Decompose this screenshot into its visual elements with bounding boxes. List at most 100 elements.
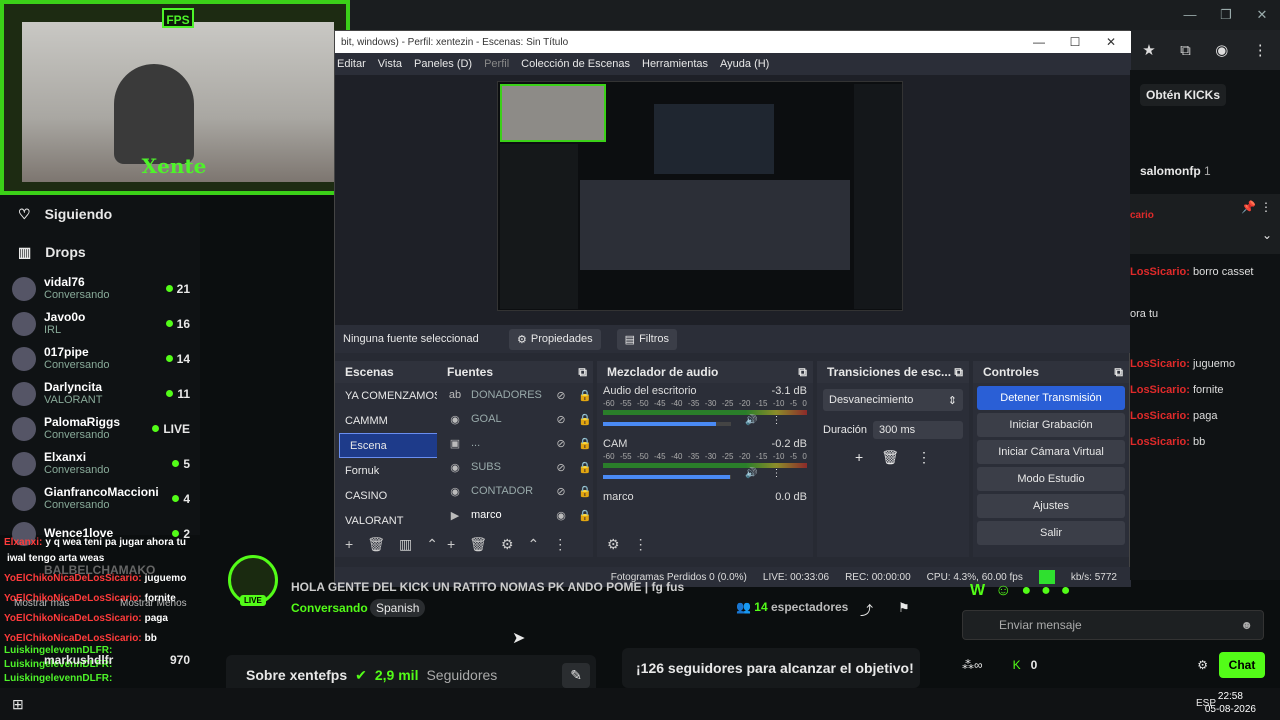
follow-row[interactable]: 017pipe Conversando 14 bbox=[0, 341, 200, 376]
source-item[interactable]: ▣... ⊘ 🔒 bbox=[437, 431, 593, 455]
obs-preview-canvas[interactable] bbox=[497, 81, 903, 311]
dock-popout-icon[interactable]: ⧉ bbox=[954, 365, 963, 380]
profile-icon[interactable]: ◉ bbox=[1215, 41, 1228, 59]
get-kicks-button[interactable]: Obtén KICKs bbox=[1140, 84, 1227, 106]
eye-icon[interactable]: ◉ bbox=[553, 509, 569, 522]
studio-mode-button[interactable]: Modo Estudio bbox=[977, 467, 1125, 491]
lock-icon[interactable]: 🔒 bbox=[577, 437, 593, 450]
eye-hidden-icon[interactable]: ⊘ bbox=[553, 389, 569, 402]
eye-hidden-icon[interactable]: ⊘ bbox=[553, 485, 569, 498]
source-item[interactable]: ◉ GOAL ⊘ 🔒 bbox=[437, 407, 593, 431]
gear-icon[interactable]: ⚙ bbox=[607, 536, 620, 553]
menu-item[interactable]: Ayuda (H) bbox=[720, 58, 769, 70]
source-item[interactable]: ◉ SUBS ⊘ 🔒 bbox=[437, 455, 593, 479]
menu-icon[interactable]: ⋮ bbox=[1253, 41, 1268, 59]
trash-icon[interactable]: 🗑 bbox=[367, 536, 385, 553]
lock-icon[interactable]: 🔒 bbox=[577, 389, 593, 402]
dock-popout-icon[interactable]: ⧉ bbox=[578, 365, 587, 380]
source-item[interactable]: ◉ CONTADOR ⊘ 🔒 bbox=[437, 479, 593, 503]
follow-row[interactable]: PalomaRiggs Conversando LIVE bbox=[0, 411, 200, 446]
more-icon[interactable]: ⋮ bbox=[771, 468, 781, 479]
lock-icon[interactable]: 🔒 bbox=[577, 509, 593, 522]
lock-icon[interactable]: 🔒 bbox=[577, 485, 593, 498]
exit-button[interactable]: Salir bbox=[977, 521, 1125, 545]
more-icon[interactable]: ⋮ bbox=[553, 536, 567, 553]
menu-item[interactable]: Colección de Escenas bbox=[521, 58, 630, 70]
menu-item[interactable]: Editar bbox=[337, 58, 366, 70]
show-more-link[interactable]: Mostrar más bbox=[14, 598, 70, 609]
menu-item[interactable]: Vista bbox=[378, 58, 402, 70]
windows-start-icon[interactable]: ⊞ bbox=[12, 696, 24, 713]
source-item[interactable]: ab DONADORES ⊘ 🔒 bbox=[437, 383, 593, 407]
eye-hidden-icon[interactable]: ⊘ bbox=[553, 413, 569, 426]
dock-popout-icon[interactable]: ⧉ bbox=[798, 365, 807, 380]
chat-input[interactable]: Enviar mensaje ☻ bbox=[962, 610, 1264, 640]
dock-popout-icon[interactable]: ⧉ bbox=[1114, 365, 1123, 380]
chevron-down-icon[interactable]: ⌄ bbox=[1262, 228, 1272, 242]
stop-stream-button[interactable]: Detener Transmisión bbox=[977, 386, 1125, 410]
speaker-icon[interactable]: 🔊 bbox=[745, 415, 757, 426]
close-icon[interactable]: ✕ bbox=[1093, 31, 1129, 53]
speaker-icon[interactable]: 🔊 bbox=[745, 468, 757, 479]
eye-hidden-icon[interactable]: ⊘ bbox=[553, 461, 569, 474]
trash-icon[interactable]: 🗑 bbox=[469, 536, 487, 553]
trash-icon[interactable]: 🗑 bbox=[881, 449, 899, 466]
menu-item[interactable]: Paneles (D) bbox=[414, 58, 472, 70]
emote-w-icon[interactable]: W bbox=[970, 582, 985, 600]
lock-icon[interactable]: 🔒 bbox=[577, 461, 593, 474]
chat-username[interactable]: LosSicario: bbox=[1130, 358, 1190, 370]
follow-row[interactable]: GianfrancoMaccioni Conversando 4 bbox=[0, 481, 200, 516]
source-item[interactable]: ▶ marco ◉ 🔒 bbox=[437, 503, 593, 527]
show-less-link[interactable]: Mostrar Menos bbox=[120, 598, 187, 609]
volume-slider[interactable] bbox=[603, 421, 731, 426]
report-icon[interactable]: ⚑ bbox=[898, 600, 910, 616]
virtual-camera-button[interactable]: Iniciar Cámara Virtual bbox=[977, 440, 1125, 464]
edit-icon[interactable]: ✎ bbox=[562, 662, 590, 688]
nav-siguiendo[interactable]: ♡ Siguiendo bbox=[0, 195, 200, 233]
emote-frog-icon[interactable]: ● bbox=[1021, 582, 1031, 600]
bookmark-star-icon[interactable]: ★ bbox=[1142, 41, 1155, 59]
volume-slider[interactable] bbox=[603, 474, 731, 479]
clock[interactable]: 22:58 05-08-2026 bbox=[1205, 690, 1256, 716]
extensions-icon[interactable]: ⧉ bbox=[1180, 42, 1191, 59]
menu-item[interactable]: Herramientas bbox=[642, 58, 708, 70]
chat-username[interactable]: LosSicario: bbox=[1130, 384, 1190, 396]
nav-drops[interactable]: ▥ Drops bbox=[0, 233, 200, 271]
gear-icon[interactable]: ⚙ bbox=[501, 536, 514, 553]
minimize-icon[interactable]: — bbox=[1172, 0, 1208, 30]
up-icon[interactable]: ⌃ bbox=[528, 536, 540, 553]
settings-button[interactable]: Ajustes bbox=[977, 494, 1125, 518]
more-icon[interactable]: ⋮ bbox=[634, 536, 648, 553]
maximize-icon[interactable]: ☐ bbox=[1057, 31, 1093, 53]
infinity-icon[interactable]: ⁂∞ bbox=[962, 658, 983, 672]
stream-category[interactable]: Conversando bbox=[291, 601, 368, 615]
emoji-icon[interactable]: ☻ bbox=[1240, 618, 1253, 632]
duration-input[interactable]: 300 ms bbox=[873, 421, 963, 439]
more-icon[interactable]: ⋮ bbox=[1260, 200, 1272, 214]
chat-send-button[interactable]: Chat bbox=[1219, 652, 1265, 678]
eye-hidden-icon[interactable]: ⊘ bbox=[553, 437, 569, 450]
emote-ghost-icon[interactable]: ● bbox=[1061, 582, 1071, 600]
follow-row[interactable]: Elxanxi Conversando 5 bbox=[0, 446, 200, 481]
chat-username[interactable]: LosSicario: bbox=[1130, 266, 1190, 278]
emote-alien-icon[interactable]: ● bbox=[1041, 582, 1051, 600]
follow-row[interactable]: vidal76 Conversando 21 bbox=[0, 271, 200, 306]
emote-face-icon[interactable]: ☺ bbox=[995, 582, 1011, 600]
more-icon[interactable]: ⋮ bbox=[917, 449, 931, 466]
filters-button[interactable]: ▤ Filtros bbox=[616, 328, 678, 350]
chat-username[interactable]: LosSicario: bbox=[1130, 436, 1190, 448]
pin-icon[interactable]: 📌 bbox=[1241, 200, 1256, 214]
gear-icon[interactable]: ⚙ bbox=[1197, 658, 1208, 672]
share-icon[interactable]: ⤴ bbox=[860, 600, 873, 619]
follow-row[interactable]: Javo0o IRL 16 bbox=[0, 306, 200, 341]
more-icon[interactable]: ⋮ bbox=[771, 415, 781, 426]
lock-icon[interactable]: 🔒 bbox=[577, 413, 593, 426]
restore-icon[interactable]: ❐ bbox=[1208, 0, 1244, 30]
add-icon[interactable]: + bbox=[855, 449, 863, 466]
chat-username[interactable]: LosSicario: bbox=[1130, 410, 1190, 422]
filter-icon[interactable]: ▥ bbox=[399, 536, 412, 553]
add-icon[interactable]: + bbox=[345, 536, 353, 552]
add-icon[interactable]: + bbox=[447, 536, 455, 552]
language-tag[interactable]: Spanish bbox=[370, 599, 426, 617]
menu-item[interactable]: Perfil bbox=[484, 58, 509, 70]
